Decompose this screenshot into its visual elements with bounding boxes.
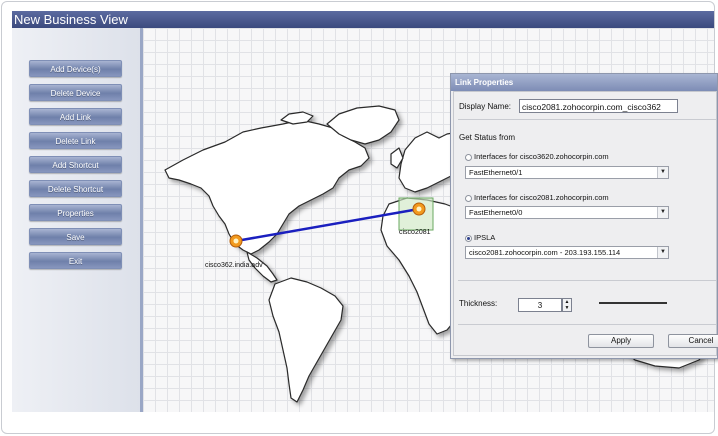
add-shortcut-button[interactable]: Add Shortcut [29, 156, 122, 173]
option-interfaces-2081-label: Interfaces for cisco2081.zohocorpin.com [474, 193, 609, 202]
separator [458, 324, 716, 325]
display-name-field[interactable]: cisco2081.zohocorpin.com_cisco362 [519, 99, 678, 113]
properties-button[interactable]: Properties [29, 204, 122, 221]
option-interfaces-3620-label: Interfaces for cisco3620.zohocorpin.com [474, 152, 609, 161]
node-label-cisco2081: cisco2081 [399, 229, 431, 236]
continent-north-america [164, 119, 370, 255]
option-interfaces-3620-radio[interactable] [465, 154, 472, 161]
thickness-spinner[interactable]: ▲ ▼ [562, 298, 572, 312]
separator [458, 119, 716, 120]
option-interfaces-2081-radio[interactable] [465, 195, 472, 202]
chevron-down-icon: ▼ [657, 167, 668, 178]
link-properties-dialog: Link Properties Display Name: cisco2081.… [450, 73, 718, 359]
ipsla-value: cisco2081.zohocorpin.com - 203.193.155.1… [469, 248, 621, 257]
node-label-cisco362: cisco362.india.adv [205, 262, 263, 269]
delete-shortcut-button[interactable]: Delete Shortcut [29, 180, 122, 197]
dialog-title[interactable]: Link Properties [451, 74, 717, 91]
dialog-body: Display Name: cisco2081.zohocorpin.com_c… [453, 91, 718, 356]
delete-device-button[interactable]: Delete Device [29, 84, 122, 101]
interface-3620-select[interactable]: FastEthernet0/1 ▼ [465, 166, 669, 179]
interface-2081-value: FastEthernet0/0 [469, 208, 523, 217]
add-link-button[interactable]: Add Link [29, 108, 122, 125]
delete-link-button[interactable]: Delete Link [29, 132, 122, 149]
option-ipsla-radio[interactable] [465, 235, 472, 242]
thickness-input[interactable]: 3 [518, 298, 562, 312]
display-name-label: Display Name: [459, 102, 512, 111]
exit-button[interactable]: Exit [29, 252, 122, 269]
chevron-down-icon: ▼ [657, 207, 668, 218]
cancel-button[interactable]: Cancel [668, 334, 718, 348]
thickness-preview-line [599, 302, 667, 304]
add-devices-button[interactable]: Add Device(s) [29, 60, 122, 77]
get-status-label: Get Status from [459, 133, 516, 142]
interface-3620-value: FastEthernet0/1 [469, 168, 523, 177]
window-title: New Business View [12, 11, 714, 28]
spinner-down-icon[interactable]: ▼ [563, 305, 571, 311]
continent-south-america [268, 277, 344, 403]
ipsla-select[interactable]: cisco2081.zohocorpin.com - 203.193.155.1… [465, 246, 669, 259]
save-button[interactable]: Save [29, 228, 122, 245]
thickness-label: Thickness: [459, 299, 498, 308]
apply-button[interactable]: Apply [588, 334, 654, 348]
interface-2081-select[interactable]: FastEthernet0/0 ▼ [465, 206, 669, 219]
chevron-down-icon: ▼ [657, 247, 668, 258]
separator [458, 280, 716, 281]
node-cisco2081[interactable] [412, 202, 426, 216]
option-ipsla-label: IPSLA [474, 233, 496, 242]
node-cisco362[interactable] [229, 234, 243, 248]
